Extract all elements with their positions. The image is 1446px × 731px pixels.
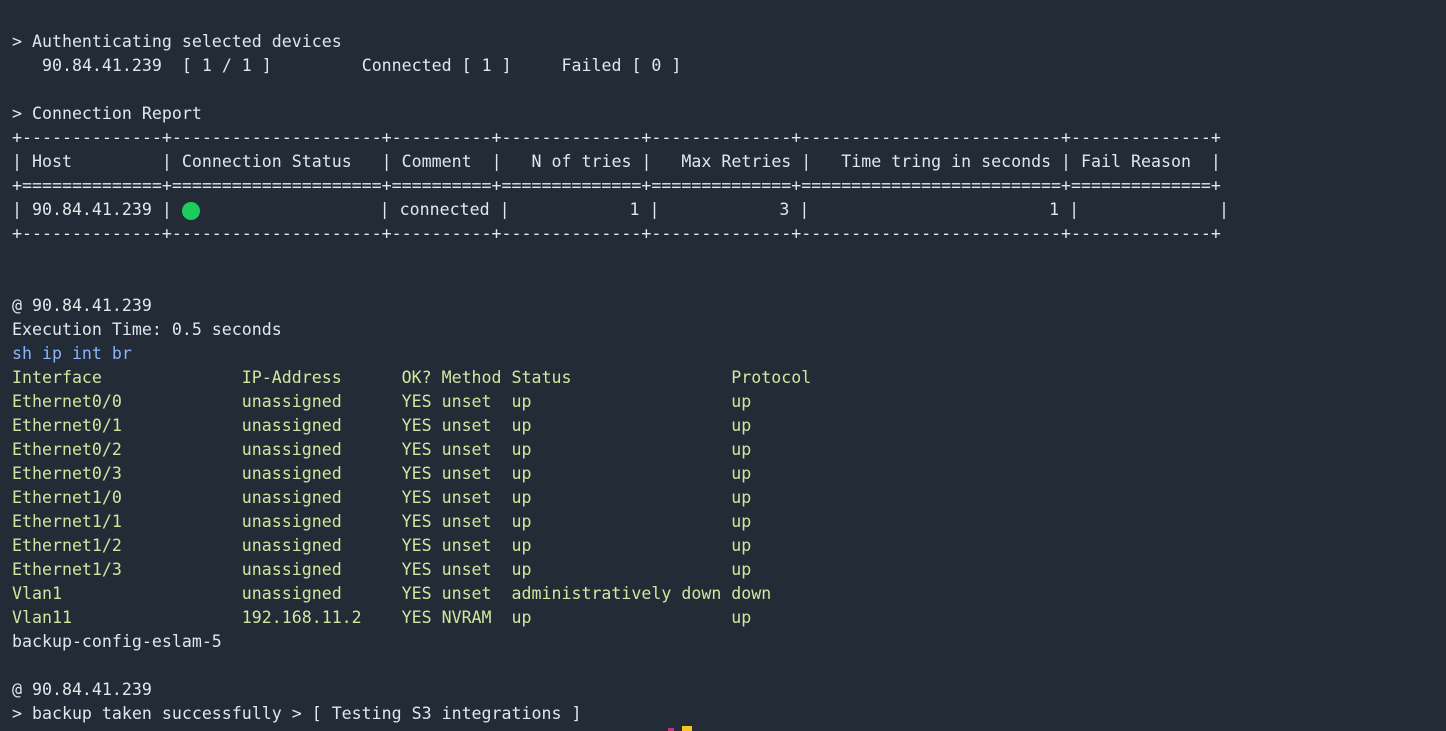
col-n-of-tries: N of tries bbox=[531, 152, 632, 171]
terminal-output: > Authenticating selected devices 90.84.… bbox=[0, 0, 1446, 731]
interface-row: Ethernet1/2 unassigned YES unset up up bbox=[12, 536, 752, 555]
col-time-tring: Time tring in seconds bbox=[841, 152, 1052, 171]
interface-row: Ethernet1/0 unassigned YES unset up up bbox=[12, 488, 752, 507]
row-time: 1 bbox=[1049, 200, 1060, 219]
row-host: 90.84.41.239 bbox=[31, 200, 152, 219]
table-border-top: +--------------+---------------------+--… bbox=[12, 128, 1221, 147]
terminal-cursor bbox=[682, 726, 692, 731]
auth-host: 90.84.41.239 bbox=[41, 56, 162, 75]
auth-connected-count: Connected [ 1 ] bbox=[361, 56, 512, 75]
auth-status-line: 90.84.41.239 [ 1 / 1 ] Connected [ 1 ] F… bbox=[12, 54, 1446, 78]
col-connection-status: Connection Status bbox=[181, 152, 352, 171]
session-host-2: @ 90.84.41.239 bbox=[12, 680, 152, 699]
interface-row: Vlan11 192.168.11.2 YES NVRAM up up bbox=[12, 608, 752, 627]
interface-row: Ethernet0/3 unassigned YES unset up up bbox=[12, 464, 752, 483]
auth-heading: > Authenticating selected devices bbox=[12, 32, 342, 51]
interface-row: Ethernet1/3 unassigned YES unset up up bbox=[12, 560, 752, 579]
col-max-retries: Max Retries bbox=[681, 152, 792, 171]
row-max-retries: 3 bbox=[779, 200, 790, 219]
table-header-row: | Host | Connection Status | Comment | N… bbox=[12, 152, 1221, 171]
auth-progress: [ 1 / 1 ] bbox=[181, 56, 272, 75]
session-host: @ 90.84.41.239 bbox=[12, 296, 152, 315]
interface-table-header: Interface IP-Address OK? Method Status P… bbox=[12, 368, 812, 387]
interface-row: Ethernet1/1 unassigned YES unset up up bbox=[12, 512, 752, 531]
row-tries: 1 bbox=[629, 200, 640, 219]
command-line: sh ip int br bbox=[12, 344, 132, 363]
table-border-double: +==============+=====================+==… bbox=[12, 176, 1221, 195]
auth-failed-count: Failed [ 0 ] bbox=[561, 56, 682, 75]
interface-row: Ethernet0/1 unassigned YES unset up up bbox=[12, 416, 752, 435]
execution-time: Execution Time: 0.5 seconds bbox=[12, 320, 282, 339]
interface-row: Vlan1 unassigned YES unset administrativ… bbox=[12, 584, 772, 603]
col-comment: Comment bbox=[401, 152, 472, 171]
backup-status-message: > backup taken successfully > [ Testing … bbox=[12, 704, 582, 723]
interface-row: Ethernet0/0 unassigned YES unset up up bbox=[12, 392, 752, 411]
report-heading: > Connection Report bbox=[12, 104, 202, 123]
backup-file-name: backup-config-eslam-5 bbox=[12, 632, 222, 651]
connection-status-dot-icon bbox=[181, 201, 200, 220]
col-host: Host bbox=[31, 152, 72, 171]
table-row: | 90.84.41.239 | | connected | 1 | 3 | 1… bbox=[12, 200, 1229, 220]
col-fail-reason: Fail Reason bbox=[1081, 152, 1191, 171]
interface-row: Ethernet0/2 unassigned YES unset up up bbox=[12, 440, 752, 459]
table-border-bottom: +--------------+---------------------+--… bbox=[12, 224, 1221, 243]
row-comment: connected bbox=[399, 200, 490, 219]
